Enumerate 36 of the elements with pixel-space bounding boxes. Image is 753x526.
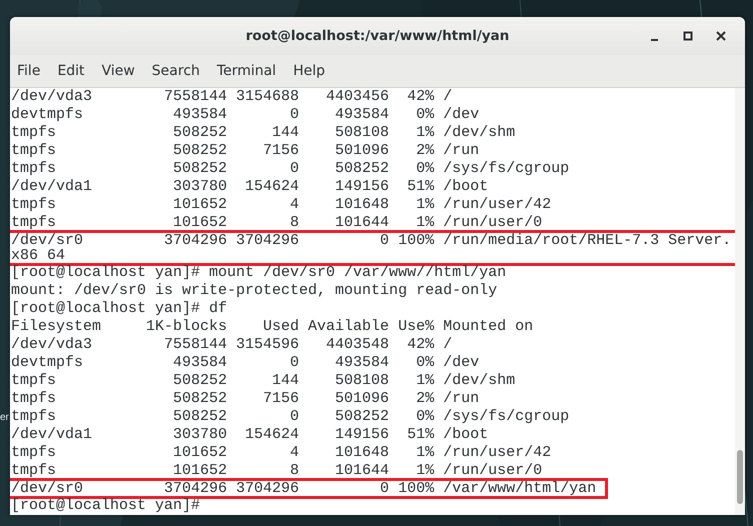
- terminal-line: /dev/sr0 3704296 3704296 0 100% /var/www/html/yan: [11, 481, 596, 496]
- terminal-line: tmpfs 508252 7156 501096 2% /run: [11, 142, 480, 160]
- menu-item[interactable]: File: [17, 63, 48, 79]
- menu-item[interactable]: Help: [293, 63, 333, 79]
- terminal-line: [root@localhost yan]#: [11, 497, 200, 515]
- terminal-line: tmpfs 508252 0 508252 0% /sys/fs/cgroup: [11, 408, 570, 426]
- minimize-icon: [651, 38, 658, 40]
- terminal-line: tmpfs 508252 144 508108 1% /dev/shm: [11, 372, 516, 390]
- menu-item[interactable]: Edit: [57, 63, 93, 79]
- terminal-line: tmpfs 101652 8 101644 1% /run/user/0: [11, 214, 542, 232]
- maximize-icon: [682, 31, 692, 41]
- window-title: root@localhost:/var/www/html/yan: [246, 28, 510, 44]
- menu-item[interactable]: Search: [152, 63, 208, 79]
- scrollbar-thumb[interactable]: [737, 450, 743, 504]
- terminal-line: tmpfs 508252 7156 501096 2% /run: [11, 390, 480, 408]
- menu-item[interactable]: Terminal: [216, 63, 284, 79]
- terminal-line: tmpfs 508252 0 508252 0% /sys/fs/cgroup: [11, 160, 570, 178]
- terminal-line: /dev/vda1 303780 154624 149156 51% /boot: [11, 426, 488, 444]
- terminal-line: [root@localhost yan]# mount /dev/sr0 /var/www//html/yan: [11, 264, 506, 282]
- terminal-line: mount: /dev/sr0 is write-protected, mounting read-only: [11, 282, 498, 300]
- terminal-line: tmpfs 101652 4 101648 1% /run/user/42: [11, 444, 552, 462]
- terminal-line: devtmpfs 493584 0 493584 0% /dev: [11, 354, 480, 372]
- terminal-line: /dev/vda3 7558144 3154688 4403456 42% /: [11, 88, 452, 106]
- close-icon: [716, 31, 726, 41]
- terminal-line: /dev/sr0 3704296 3704296 0 100% /run/media/root/RHEL-7.3 Server.: [11, 233, 732, 248]
- terminal-line: Filesystem 1K-blocks Used Available Use% Mounted on: [11, 318, 534, 336]
- terminal-line: tmpfs 101652 4 101648 1% /run/user/42: [11, 196, 552, 214]
- terminal-line: tmpfs 101652 8 101644 1% /run/user/0: [11, 462, 542, 480]
- terminal-line: /dev/vda3 7558144 3154596 4403548 42% /: [11, 336, 452, 354]
- menu-item[interactable]: View: [102, 63, 143, 79]
- terminal-line: x86 64: [11, 248, 66, 263]
- terminal-line: /dev/vda1 303780 154624 149156 51% /boot: [11, 178, 488, 196]
- terminal-line: [root@localhost yan]# df: [11, 300, 228, 318]
- desktop-label: er: [0, 412, 9, 424]
- terminal-line: devtmpfs 493584 0 493584 0% /dev: [11, 106, 480, 124]
- terminal-line: tmpfs 508252 144 508108 1% /dev/shm: [11, 124, 516, 142]
